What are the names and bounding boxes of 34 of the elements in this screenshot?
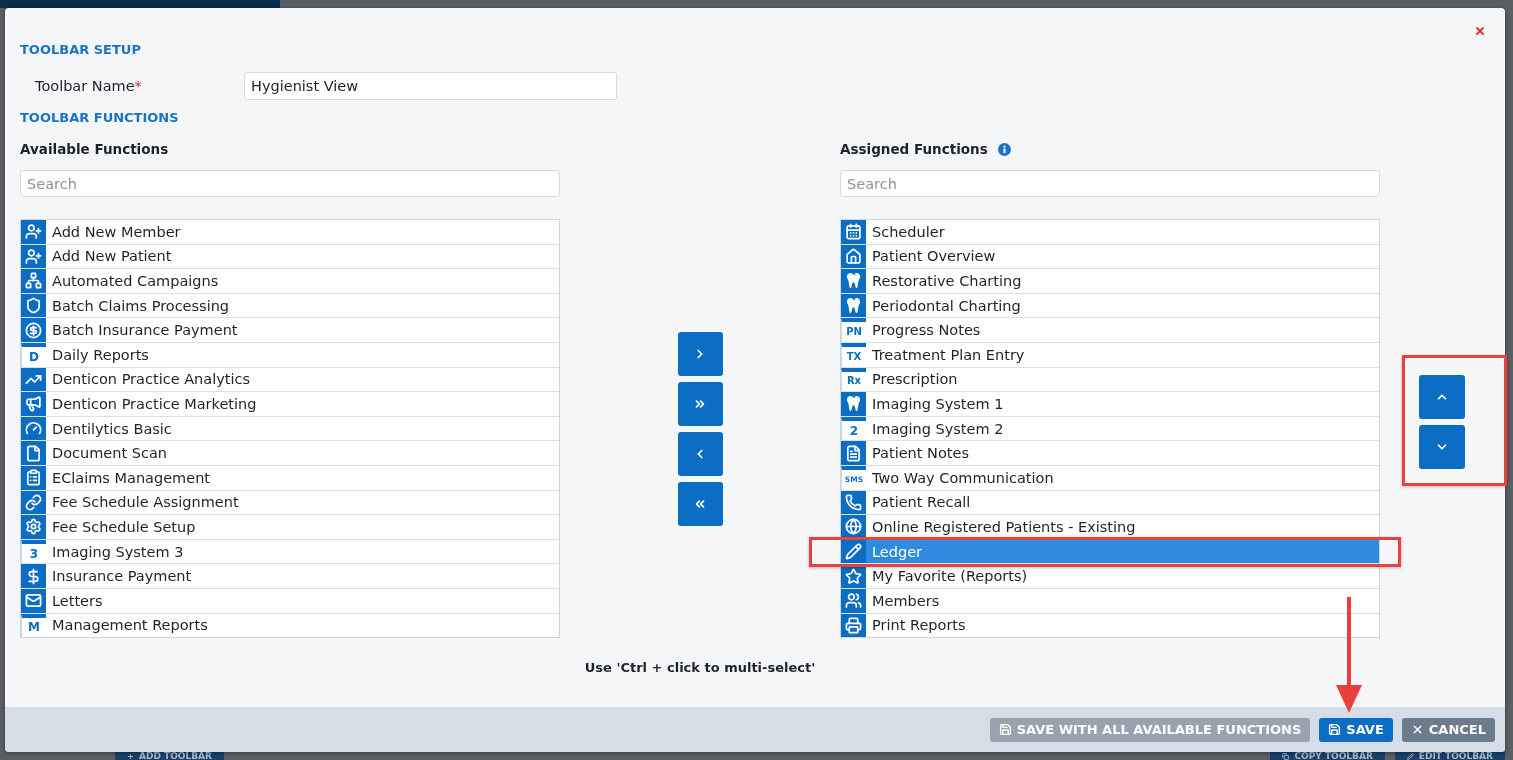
copy-icon — [1282, 752, 1290, 760]
function-row[interactable]: Ledger — [841, 539, 1379, 564]
lettered-icon: PN — [841, 318, 866, 342]
column-title: Available Functions — [20, 141, 169, 157]
lettered-icon: Rx — [841, 367, 866, 392]
toolbar-name-field[interactable]: Hygienist View — [244, 72, 617, 100]
lettered-icon: M — [21, 613, 46, 638]
copy-toolbar-button[interactable]: COPY TOOLBAR — [1270, 752, 1385, 760]
cancel-button[interactable]: CANCEL — [1401, 717, 1495, 742]
close-icon — [1474, 25, 1486, 37]
add-toolbar-button[interactable]: ADD TOOLBAR — [115, 752, 224, 760]
move-up-button[interactable] — [1419, 374, 1465, 419]
lettered-icon: 3 — [21, 539, 46, 564]
lettered-icon: TX — [841, 342, 866, 367]
close-button[interactable] — [1474, 25, 1486, 37]
section-title: TOOLBAR SETUP — [20, 42, 141, 58]
save-button[interactable]: SAVE — [1319, 717, 1393, 742]
lettered-icon: D — [21, 342, 46, 367]
info-icon[interactable] — [997, 142, 1011, 156]
move-right-button[interactable] — [677, 331, 723, 376]
edit-toolbar-button[interactable]: EDIT TOOLBAR — [1394, 752, 1505, 760]
hint-text: Use 'Ctrl + click to multi-select' — [584, 660, 816, 676]
field-label: Toolbar Name* — [35, 78, 142, 94]
column-title: Assigned Functions — [840, 141, 988, 157]
move-all-right-button[interactable] — [677, 381, 723, 426]
move-down-button[interactable] — [1419, 424, 1465, 469]
move-all-left-button[interactable] — [677, 481, 723, 526]
pencil-icon — [1406, 752, 1414, 760]
lettered-icon: 2 — [841, 416, 866, 441]
search-field[interactable]: Search — [840, 170, 1380, 197]
move-left-button[interactable] — [677, 431, 723, 476]
plus-icon — [127, 752, 134, 760]
section-title: TOOLBAR FUNCTIONS — [20, 110, 179, 126]
search-field[interactable]: Search — [20, 170, 560, 197]
